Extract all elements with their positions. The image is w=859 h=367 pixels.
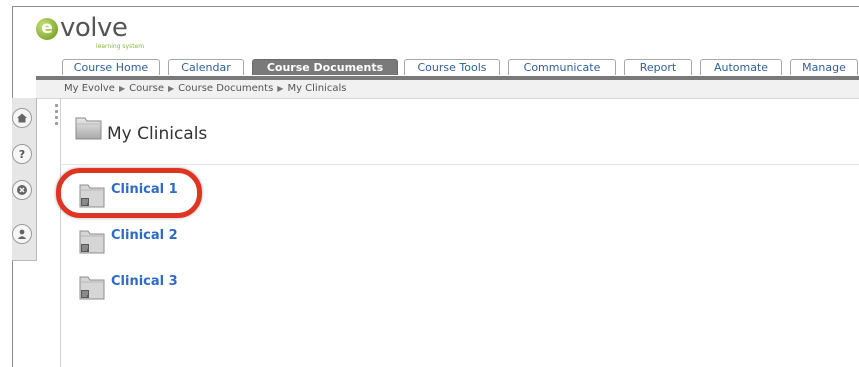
- tab-manage[interactable]: Manage: [790, 59, 858, 75]
- side-tool-panel: ?: [12, 98, 37, 261]
- panel-resize-grip[interactable]: [55, 104, 59, 134]
- tab-course-tools[interactable]: Course Tools: [404, 59, 500, 75]
- logo-tagline: learning system: [96, 43, 144, 50]
- logo-e-badge: e: [36, 18, 58, 40]
- breadcrumb-arrow-icon: ▶: [119, 84, 125, 93]
- user-icon[interactable]: [12, 224, 32, 244]
- breadcrumb-my-clinicals: My Clinicals: [287, 83, 346, 94]
- close-icon[interactable]: [12, 180, 32, 200]
- highlight-annotation-ring: [56, 168, 202, 218]
- tab-communicate[interactable]: Communicate: [508, 59, 616, 75]
- breadcrumb-course[interactable]: Course: [129, 83, 164, 94]
- list-item[interactable]: Clinical 3: [78, 272, 208, 302]
- clinical-2-link[interactable]: Clinical 2: [111, 228, 178, 243]
- breadcrumb-course-documents[interactable]: Course Documents: [178, 83, 273, 94]
- help-icon[interactable]: ?: [12, 144, 32, 164]
- breadcrumb: My Evolve ▶ Course ▶ Course Documents ▶ My Cli…: [64, 83, 346, 94]
- list-item[interactable]: Clinical 2: [78, 226, 208, 256]
- folder-icon: [74, 112, 104, 142]
- breadcrumb-my-evolve[interactable]: My Evolve: [64, 83, 115, 94]
- document-folder-icon: [78, 272, 106, 302]
- heading-divider: [62, 164, 859, 165]
- document-folder-icon: [78, 226, 106, 256]
- breadcrumb-bar: My Evolve ▶ Course ▶ Course Documents ▶ My Cli…: [36, 80, 859, 99]
- evolve-logo[interactable]: e volve learning system: [36, 12, 146, 52]
- svg-text:?: ?: [19, 148, 25, 160]
- breadcrumb-arrow-icon: ▶: [277, 84, 283, 93]
- tab-calendar[interactable]: Calendar: [168, 59, 244, 75]
- window-frame-top: [12, 6, 859, 7]
- tab-automate[interactable]: Automate: [700, 59, 782, 75]
- breadcrumb-arrow-icon: ▶: [168, 84, 174, 93]
- tab-course-home[interactable]: Course Home: [62, 59, 160, 75]
- content-divider: [60, 98, 61, 367]
- page-title: My Clinicals: [107, 124, 207, 144]
- clinical-3-link[interactable]: Clinical 3: [111, 274, 178, 289]
- home-icon[interactable]: [12, 108, 32, 128]
- logo-wordmark: volve: [60, 13, 127, 43]
- tab-course-documents[interactable]: Course Documents: [252, 59, 398, 75]
- tab-report[interactable]: Report: [624, 59, 692, 75]
